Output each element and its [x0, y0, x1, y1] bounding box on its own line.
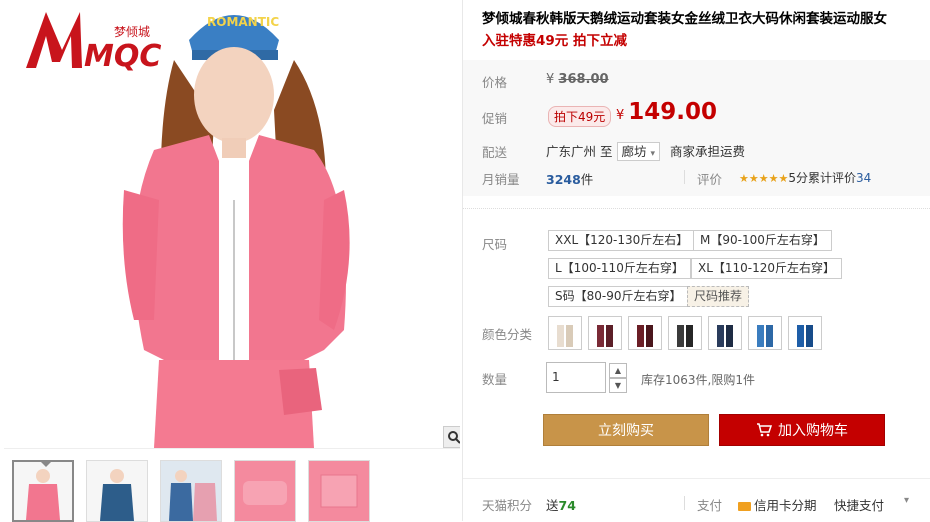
sales-unit: 件: [580, 172, 594, 187]
shipping-note: 商家承担运费: [670, 144, 746, 159]
thumbnail-2[interactable]: [86, 460, 148, 522]
buy-now-button[interactable]: 立刻购买: [543, 414, 709, 446]
quick-pay[interactable]: 快捷支付: [834, 495, 884, 514]
product-gallery: ROMANTIC MQC 梦倾城: [0, 0, 463, 522]
size-label: 尺码: [482, 237, 508, 252]
section-divider: [463, 208, 930, 209]
thumbnail-3[interactable]: [160, 460, 222, 522]
monthly-sales: 3248件: [546, 169, 593, 188]
swatch-image-6: [757, 325, 773, 347]
promo-tag: 拍下49元: [548, 106, 612, 127]
shipping-to-word: 至: [600, 144, 613, 159]
size-recommend-button[interactable]: 尺码推荐: [687, 286, 750, 307]
thumbnail-strip: [12, 460, 370, 522]
promo-text: 入驻特惠49元 拍下立减: [482, 33, 627, 49]
quantity-decrease-button[interactable]: ▼: [609, 378, 627, 393]
sales-count: 3248: [546, 172, 581, 187]
color-label: 颜色分类: [482, 327, 533, 342]
review-label: 评价: [697, 172, 723, 187]
buy-now-label: 立刻购买: [598, 423, 654, 439]
product-details: 梦倾城春秋韩版天鹅绒运动套装女金丝绒卫衣大码休闲套装运动服女 入驻特惠49元 拍…: [463, 0, 930, 521]
color-swatch-4[interactable]: [668, 316, 702, 350]
currency-symbol: ¥: [546, 72, 555, 87]
credit-installment[interactable]: 信用卡分期: [738, 495, 817, 514]
current-price: ¥149.00: [616, 99, 717, 125]
chevron-down-icon: ▼: [614, 381, 622, 390]
add-to-cart-label: 加入购物车: [778, 423, 848, 439]
stock-info: 库存1063件,限购1件: [641, 373, 755, 387]
swatch-image-4: [677, 325, 693, 347]
product-title: 梦倾城春秋韩版天鹅绒运动套装女金丝绒卫衣大码休闲套装运动服女: [482, 11, 887, 27]
color-swatch-6[interactable]: [748, 316, 782, 350]
swatch-image-7: [797, 325, 813, 347]
credit-installment-label: 信用卡分期: [754, 498, 817, 513]
size-option-l[interactable]: L【100-110斤左右穿】: [548, 258, 691, 279]
shipping-info: 广东广州 至 廊坊 ▾ 商家承担运费: [546, 141, 745, 161]
credit-card-icon: [738, 502, 751, 511]
divider: [684, 496, 685, 510]
monthly-sales-label: 月销量: [482, 172, 520, 187]
thumbnail-4[interactable]: [234, 460, 296, 522]
color-swatch-1[interactable]: [548, 316, 582, 350]
thumbnail-5[interactable]: [308, 460, 370, 522]
quick-pay-label: 快捷支付: [834, 498, 885, 513]
original-price-value: 368.00: [558, 72, 609, 87]
price-label: 价格: [482, 75, 508, 90]
original-price: ¥ 368.00: [546, 72, 609, 87]
review-summary[interactable]: ★★★★★5分累计评价34: [739, 169, 871, 186]
chevron-down-icon[interactable]: ▾: [904, 495, 909, 506]
swatch-image-5: [717, 325, 733, 347]
chevron-down-icon: ▾: [650, 149, 656, 159]
main-product-image[interactable]: ROMANTIC MQC 梦倾城: [4, 0, 460, 449]
points-info: 送74: [546, 495, 576, 514]
color-swatch-5[interactable]: [708, 316, 742, 350]
chevron-up-icon: ▲: [614, 366, 622, 375]
review-score-text: 5分累计评价: [788, 171, 856, 185]
size-option-s[interactable]: S码【80-90斤左右穿】: [548, 286, 689, 307]
thumbnail-1[interactable]: [12, 460, 74, 522]
cap-text: ROMANTIC: [207, 15, 279, 29]
logo-text: MQC: [84, 39, 161, 74]
swatch-image-1: [557, 325, 573, 347]
review-count: 34: [855, 171, 872, 185]
color-swatch-7[interactable]: [788, 316, 822, 350]
add-to-cart-button[interactable]: 加入购物车: [719, 414, 885, 446]
payment-label: 支付: [697, 498, 723, 513]
quantity-value: 1: [552, 370, 560, 384]
quantity-increase-button[interactable]: ▲: [609, 363, 627, 378]
logo-cn-text: 梦倾城: [114, 25, 150, 39]
color-swatch-2[interactable]: [588, 316, 622, 350]
size-option-m[interactable]: M【90-100斤左右穿】: [693, 230, 832, 251]
brand-logo: MQC 梦倾城: [22, 6, 172, 76]
points-prefix: 送: [546, 498, 559, 513]
points-label: 天猫积分: [482, 498, 533, 513]
cart-icon: [757, 423, 772, 437]
footer-divider: [463, 478, 930, 479]
current-currency-symbol: ¥: [616, 108, 625, 123]
color-swatch-3[interactable]: [628, 316, 662, 350]
promo-label: 促销: [482, 111, 508, 126]
size-option-xl[interactable]: XL【110-120斤左右穿】: [691, 258, 843, 279]
current-price-value: 149.00: [628, 99, 718, 125]
shipping-from: 广东广州: [546, 144, 597, 159]
swatch-image-3: [637, 325, 653, 347]
quantity-input[interactable]: 1: [546, 362, 606, 393]
divider: [684, 170, 685, 184]
destination-value: 廊坊: [621, 144, 647, 159]
size-option-xxl[interactable]: XXL【120-130斤左右】: [548, 230, 696, 251]
quantity-label: 数量: [482, 372, 508, 387]
shipping-label: 配送: [482, 145, 508, 160]
rating-stars-icon: ★★★★★: [739, 172, 789, 185]
destination-select[interactable]: 廊坊 ▾: [616, 142, 661, 161]
swatch-image-2: [597, 325, 613, 347]
points-value: 74: [558, 498, 576, 513]
zoom-icon[interactable]: [443, 426, 460, 448]
color-swatches: [548, 316, 822, 350]
